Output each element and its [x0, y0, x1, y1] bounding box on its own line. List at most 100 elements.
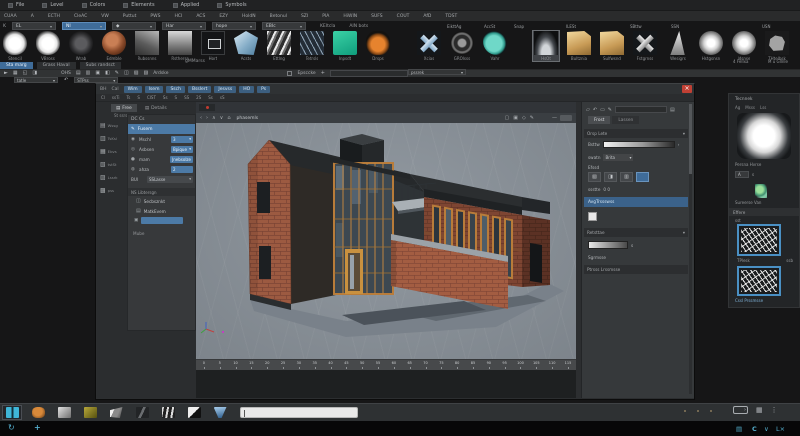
mode-dropdown[interactable]: SSLasse ▾: [147, 175, 193, 183]
menubar-item[interactable]: File: [8, 2, 24, 8]
shelf-thumbnail[interactable]: GROlsss: [449, 31, 475, 61]
snap-checkbox[interactable]: [287, 71, 293, 76]
transform-tool-icon[interactable]: ▱: [586, 107, 590, 113]
shelf-thumbnail[interactable]: Wrab: [68, 31, 94, 61]
scrollbar[interactable]: [689, 104, 692, 394]
window-toolbar-item[interactable]: ssTi: [112, 95, 120, 100]
window-menu-item[interactable]: HO: [239, 85, 255, 93]
left-dock-tab[interactable]: ▤ Free: [111, 104, 137, 112]
window-menu-pre-1[interactable]: BH: [100, 87, 106, 92]
workspace-tab[interactable]: Subs randsct: [79, 62, 121, 69]
shelf-thumbnail[interactable]: Rstherss: [167, 31, 193, 61]
stamp-icon[interactable]: ◫: [124, 71, 129, 76]
effects-section-header[interactable]: Effere: [729, 208, 799, 216]
shelf-thumbnail[interactable]: Acsts: [233, 31, 259, 61]
secondary-menu-item[interactable]: CleAC: [74, 14, 87, 19]
window-toolbar-item[interactable]: sS: [220, 95, 225, 100]
undo-icon[interactable]: ↶: [593, 107, 597, 113]
right-dock-tab[interactable]: Lassen: [612, 116, 640, 124]
search-filter-input[interactable]: [615, 106, 667, 113]
grid-view-icon[interactable]: ▦: [756, 406, 763, 414]
window-toolbar-item[interactable]: Ts: [127, 95, 131, 100]
close-window-button[interactable]: ×: [682, 85, 692, 93]
gradient-field[interactable]: [588, 241, 628, 249]
shelf-thumbnail[interactable]: Rubssnns: [134, 31, 160, 61]
rail-item[interactable]: ▨ Lssrk: [97, 171, 127, 184]
section-header-opacity[interactable]: Orsp Lete ▾: [584, 129, 688, 138]
window-menu-item[interactable]: Jesvss: [214, 85, 237, 93]
secondary-menu-item[interactable]: EZY: [219, 14, 228, 19]
menubar-item[interactable]: Elements: [123, 2, 155, 8]
workspace-tab[interactable]: Grass Haval: [36, 62, 76, 69]
nav-up-icon[interactable]: ∧: [212, 115, 216, 121]
shelf-thumbnail[interactable]: Wesigrs: [665, 31, 691, 61]
shelf-thumbnail[interactable]: Inpsdt: [332, 31, 358, 61]
viewport-tab[interactable]: [199, 104, 215, 111]
properties-header[interactable]: DC Cs: [128, 115, 195, 124]
panel-menu-icon[interactable]: ▤: [670, 107, 675, 113]
blend-mode-button-1[interactable]: ▧: [588, 172, 601, 182]
gradient-slider[interactable]: [602, 141, 675, 148]
panel-tool[interactable]: Lss: [760, 105, 766, 110]
wrap-icon[interactable]: ▧: [134, 71, 139, 76]
taskbar-app-button[interactable]: [28, 405, 48, 420]
timeline-ruler[interactable]: 0 5 10 15 20 25 30 35 40 45 50 55 60 65 70 75 80 85 90 95 10…: [196, 359, 576, 370]
mode-combo[interactable]: tatle ▾: [14, 77, 58, 83]
secondary-menu-item[interactable]: HCI: [174, 14, 182, 19]
secondary-menu-item[interactable]: A: [31, 14, 34, 19]
shelf-thumbnail[interactable]: Jdsnse: [731, 31, 757, 61]
menubar-item[interactable]: Applied: [172, 2, 199, 8]
shelf-thumbnail[interactable]: Vahr: [482, 31, 508, 61]
section-header-3[interactable]: Ptrsss Lrssmsse: [584, 265, 688, 274]
shelf-thumbnail[interactable]: Edmble: [101, 31, 127, 61]
taskbar-app-button[interactable]: [184, 405, 204, 420]
nav-down-icon[interactable]: ∨: [220, 115, 224, 121]
window-menu-item[interactable]: Isem: [144, 85, 164, 93]
left-dock-tab[interactable]: ▤ Details: [140, 104, 172, 112]
color-swatch[interactable]: [588, 212, 597, 221]
right-combo[interactable]: pssrek ▾: [408, 69, 466, 75]
dropdown-combo[interactable]: hope ▾: [211, 22, 256, 30]
secondary-menu-item[interactable]: SZI: [301, 14, 308, 19]
shelf-thumbnail[interactable]: HsOt: [532, 30, 560, 62]
secondary-menu-item[interactable]: HiWIN: [343, 14, 357, 19]
shelf-thumbnail[interactable]: Drsps: [365, 31, 391, 61]
secondary-menu-item[interactable]: HoldN: [242, 14, 256, 19]
window-menu-item[interactable]: Wim: [123, 85, 142, 93]
tree-item[interactable]: ◫ Secbsznkt: [128, 196, 195, 206]
move-icon[interactable]: +: [34, 423, 41, 432]
secondary-menu-item[interactable]: PIA: [322, 14, 329, 19]
tree-item[interactable]: ▤ MatkEvem: [128, 206, 195, 216]
taskbar-app-button[interactable]: [158, 405, 178, 420]
taskbar-app-button[interactable]: [210, 405, 230, 420]
secondary-menu-item[interactable]: SUFS: [371, 14, 383, 19]
viewport-canvas[interactable]: [196, 123, 576, 359]
effect-thumbnail-selected[interactable]: [737, 224, 781, 256]
window-toolbar-item[interactable]: SS: [184, 95, 189, 100]
shelf-thumbnail[interactable]: Sulfwsnd: [599, 31, 625, 61]
secondary-menu-item[interactable]: Betonul: [270, 14, 287, 19]
dropdown-value[interactable]: Brita ▾: [603, 154, 634, 161]
secondary-menu-item[interactable]: ACS: [196, 14, 205, 19]
edit-icon[interactable]: ✎: [608, 107, 612, 113]
close-tray-icon[interactable]: L×: [776, 425, 785, 433]
rect-tool-icon[interactable]: ▭: [600, 107, 605, 113]
props-section-header[interactable]: NS Libtersgn: [128, 188, 195, 196]
chevron-down-icon[interactable]: ∨: [764, 425, 769, 433]
active-property-row[interactable]: ✎ Fusem: [128, 124, 195, 134]
dropdown-combo[interactable]: EBIc ▾: [261, 22, 306, 30]
shelf-thumbnail[interactable]: Stencil: [2, 31, 28, 61]
slider-expand-icon[interactable]: ›: [678, 142, 680, 147]
dropdown-combo[interactable]: Har ▾: [161, 22, 206, 30]
property-value-dropdown[interactable]: 3 ▾: [171, 135, 193, 143]
nav-back-icon[interactable]: ‹: [200, 115, 202, 121]
right-dock-tab[interactable]: Frost: [588, 116, 611, 124]
taskbar-app-button[interactable]: [80, 405, 100, 420]
taskbar-app-button[interactable]: [2, 405, 22, 420]
secondary-menu-item[interactable]: AfD: [423, 14, 431, 19]
transform-icon[interactable]: ◱: [23, 71, 28, 76]
secondary-menu-item[interactable]: VW: [101, 14, 109, 19]
menubar-item[interactable]: Symbols: [217, 2, 247, 8]
shelf-thumbnail[interactable]: VBross: [35, 31, 61, 61]
panel-field[interactable]: A: [735, 171, 749, 178]
